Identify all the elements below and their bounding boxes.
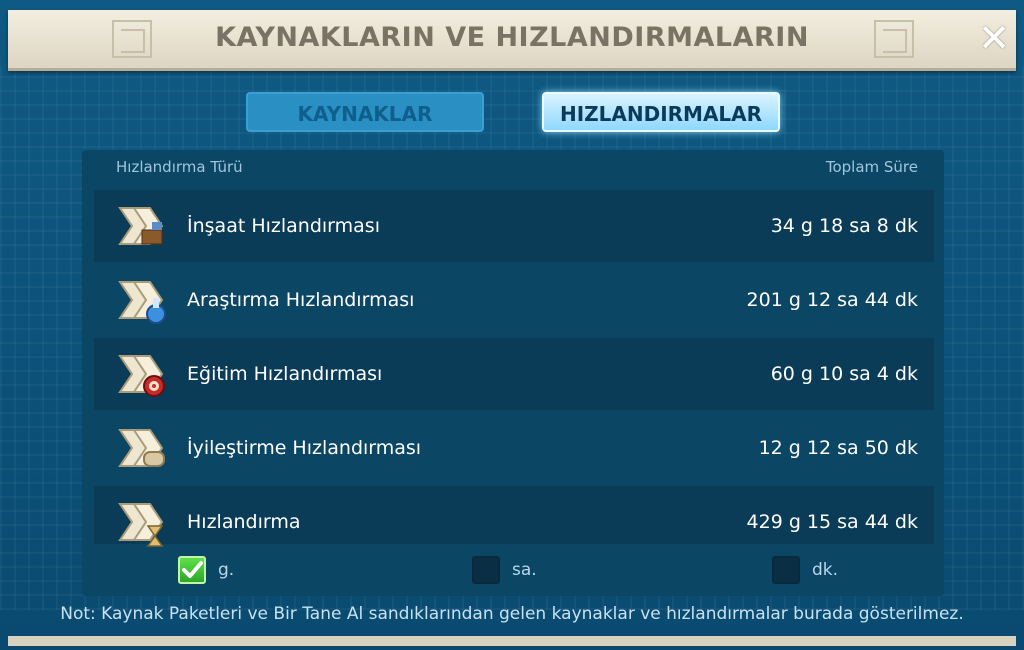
row-value: 12 g 12 sa 50 dk — [758, 437, 918, 459]
construction-speedup-icon — [118, 207, 164, 245]
research-speedup-icon — [118, 281, 166, 324]
table-row: İnşaat Hızlandırması 34 g 18 sa 8 dk — [94, 190, 934, 262]
days-label: g. — [218, 560, 235, 580]
row-value: 60 g 10 sa 4 dk — [770, 363, 918, 385]
table-row: Hızlandırma 429 g 15 sa 44 dk — [94, 486, 934, 547]
hours-label: sa. — [512, 560, 537, 580]
row-value: 429 g 15 sa 44 dk — [746, 511, 918, 533]
title-bar: KAYNAKLARIN VE HIZLANDIRMALARIN ✕ — [8, 10, 1016, 71]
row-name: Eğitim Hızlandırması — [187, 363, 383, 385]
footer-note: Not: Kaynak Paketleri ve Bir Tane Al san… — [60, 604, 964, 624]
row-name: Araştırma Hızlandırması — [187, 289, 415, 311]
greek-key-ornament-icon — [874, 20, 914, 58]
training-speedup-icon — [118, 355, 165, 397]
resources-speedups-window: KAYNAKLARIN VE HIZLANDIRMALARIN ✕ KAYNAK… — [0, 0, 1024, 650]
check-icon — [182, 561, 203, 578]
speedups-panel: Hızlandırma Türü Toplam Süre İnşaat Hızl… — [82, 150, 944, 596]
row-name: İnşaat Hızlandırması — [187, 215, 380, 237]
table-row: Eğitim Hızlandırması 60 g 10 sa 4 dk — [94, 338, 934, 410]
days-checkbox[interactable] — [178, 556, 206, 584]
row-value: 201 g 12 sa 44 dk — [746, 289, 918, 311]
universal-speedup-icon — [118, 503, 164, 547]
table-row: İyileştirme Hızlandırması 12 g 12 sa 50 … — [94, 412, 934, 484]
minutes-label: dk. — [812, 560, 839, 580]
table-row: Araştırma Hızlandırması 201 g 12 sa 44 d… — [94, 264, 934, 336]
row-value: 34 g 18 sa 8 dk — [770, 215, 918, 237]
tab-kaynaklar[interactable]: KAYNAKLAR — [246, 92, 484, 132]
column-header-type: Hızlandırma Türü — [116, 158, 243, 176]
tab-hizlandirmalar[interactable]: HIZLANDIRMALAR — [542, 92, 780, 132]
close-icon[interactable]: ✕ — [974, 18, 1014, 58]
healing-speedup-icon — [118, 429, 165, 467]
window-title: KAYNAKLARIN VE HIZLANDIRMALARIN — [215, 22, 809, 53]
bottom-frame — [8, 636, 1016, 646]
row-name: İyileştirme Hızlandırması — [187, 437, 422, 459]
hours-checkbox[interactable] — [472, 556, 500, 584]
column-header-total: Toplam Süre — [825, 158, 918, 176]
row-name: Hızlandırma — [187, 511, 301, 533]
minutes-checkbox[interactable] — [772, 556, 800, 584]
